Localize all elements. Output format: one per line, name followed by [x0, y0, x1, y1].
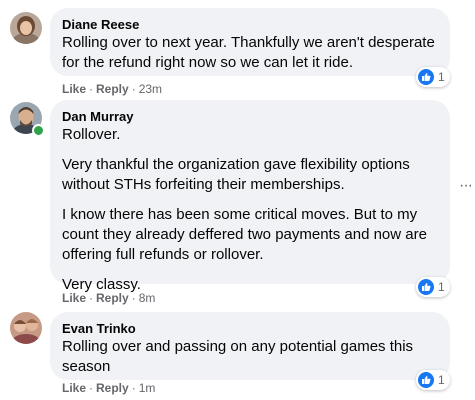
comment-bubble: Diane Reese Rolling over to next year. T…	[50, 8, 450, 76]
more-options-icon[interactable]: ···	[459, 178, 473, 194]
timestamp[interactable]: 23m	[139, 82, 162, 96]
avatar[interactable]	[10, 312, 42, 344]
like-button[interactable]: Like	[62, 82, 86, 96]
comment-diane-reese: Diane Reese Rolling over to next year. T…	[0, 0, 475, 100]
comment-bubble: Dan Murray Rollover. Very thankful the o…	[50, 100, 450, 293]
comment-actions: Like · Reply · 1m	[62, 380, 155, 396]
comment-evan-trinko: Evan Trinko Rolling over and passing on …	[0, 308, 475, 400]
comment-dan-murray: Dan Murray Rollover. Very thankful the o…	[0, 100, 475, 305]
comment-text: Rolling over to next year. Thankfully we…	[62, 34, 435, 71]
comment-actions: Like · Reply · 8m	[62, 290, 155, 306]
comment-actions: Like · Reply · 23m	[62, 81, 162, 97]
comment-author[interactable]: Evan Trinko	[62, 320, 438, 337]
separator: ·	[89, 291, 94, 305]
like-button[interactable]: Like	[62, 291, 86, 305]
comment-bubble: Evan Trinko Rolling over and passing on …	[50, 312, 450, 380]
separator: ·	[131, 381, 136, 395]
reply-button[interactable]: Reply	[96, 291, 129, 305]
reaction-summary[interactable]: 1	[416, 67, 450, 87]
like-icon	[418, 69, 434, 85]
reaction-count: 1	[438, 373, 445, 387]
separator: ·	[131, 291, 136, 305]
reply-button[interactable]: Reply	[96, 82, 129, 96]
timestamp[interactable]: 8m	[139, 291, 156, 305]
reaction-summary[interactable]: 1	[416, 277, 450, 297]
online-status-icon	[32, 124, 45, 137]
reaction-count: 1	[438, 70, 445, 84]
comment-author[interactable]: Dan Murray	[62, 108, 438, 125]
like-icon	[418, 372, 434, 388]
comment-text: Rollover.	[62, 126, 121, 143]
separator: ·	[131, 82, 136, 96]
avatar[interactable]	[10, 12, 42, 44]
comment-text: Very thankful the organization gave flex…	[62, 156, 410, 193]
comment-text: Rolling over and passing on any potentia…	[62, 338, 414, 375]
comment-text: I know there has been some critical move…	[62, 206, 427, 263]
separator: ·	[89, 82, 94, 96]
reply-button[interactable]: Reply	[96, 381, 129, 395]
reaction-count: 1	[438, 280, 445, 294]
timestamp[interactable]: 1m	[139, 381, 156, 395]
reaction-summary[interactable]: 1	[416, 370, 450, 390]
like-icon	[418, 279, 434, 295]
separator: ·	[89, 381, 94, 395]
like-button[interactable]: Like	[62, 381, 86, 395]
comment-author[interactable]: Diane Reese	[62, 16, 438, 33]
